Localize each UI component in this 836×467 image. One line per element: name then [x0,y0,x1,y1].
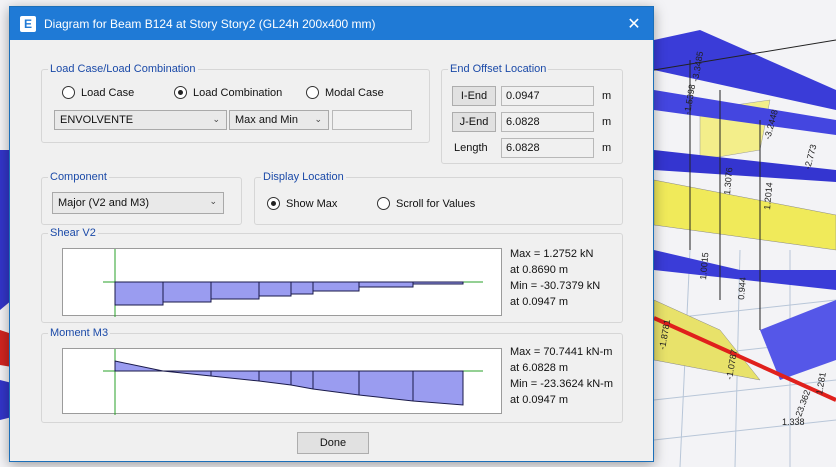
radio-modal-case[interactable]: Modal Case [306,86,384,99]
end-offset-group: End Offset Location I-End 0.0947 m J-End… [441,63,623,164]
load-case-legend: Load Case/Load Combination [48,63,198,75]
max-min-select[interactable]: Max and Min ⌄ [229,110,329,130]
i-end-unit: m [602,90,612,102]
length-label: Length [454,142,488,154]
end-offset-legend: End Offset Location [448,63,549,75]
load-case-group: Load Case/Load Combination Load Case Loa… [41,63,430,143]
radio-show-max-label: Show Max [286,197,338,210]
load-combination-select[interactable]: ENVOLVENTE ⌄ [54,110,227,130]
shear-max-at: at 0.8690 m [510,264,569,276]
i-end-value-field[interactable]: 0.0947 [501,86,594,106]
radio-show-max-circle [267,197,280,210]
radio-load-combination-circle [174,86,187,99]
radio-modal-case-circle [306,86,319,99]
radio-load-case[interactable]: Load Case [62,86,134,99]
i-end-button[interactable]: I-End [452,86,496,106]
shear-v2-legend: Shear V2 [48,227,98,239]
radio-load-case-circle [62,86,75,99]
j-end-value-field[interactable]: 6.0828 [501,112,594,132]
component-select[interactable]: Major (V2 and M3) ⌄ [52,192,224,214]
shear-max: Max = 1.2752 kN [510,248,594,260]
display-location-group: Display Location Show Max Scroll for Val… [254,171,623,225]
done-button[interactable]: Done [297,432,369,454]
moment-m3-group: Moment M3 Max = 70.7441 kN-m at 6.0828 m… [41,327,623,423]
moment-diagram-plot [62,348,502,415]
close-icon: ✕ [627,15,641,33]
component-group: Component Major (V2 and M3) ⌄ [41,171,242,225]
moment-negative-fill [114,360,164,372]
close-button[interactable]: ✕ [615,7,653,40]
etabs-app-icon: E [20,15,36,32]
bg-label-8: 0.944 [736,277,748,300]
radio-scroll-values-circle [377,197,390,210]
moment-min-at: at 0.0947 m [510,394,569,406]
load-combination-value: ENVOLVENTE [60,114,134,126]
shear-min-at: at 0.0947 m [510,296,569,308]
moment-max-at: at 6.0828 m [510,362,569,374]
moment-max: Max = 70.7441 kN-m [510,346,613,358]
moment-min: Min = -23.3624 kN-m [510,378,614,390]
length-unit: m [602,142,612,154]
radio-load-combination[interactable]: Load Combination [174,86,282,99]
extra-field[interactable] [332,110,412,130]
radio-scroll-values-label: Scroll for Values [396,197,476,210]
display-location-legend: Display Location [261,171,346,183]
component-legend: Component [48,171,109,183]
dialog-title: Diagram for Beam B124 at Story Story2 (G… [44,16,376,31]
title-bar[interactable]: E Diagram for Beam B124 at Story Story2 … [10,7,653,40]
shear-v2-group: Shear V2 Max = 1.2752 kN at 0.8690 m Min… [41,227,623,323]
radio-load-case-label: Load Case [81,86,135,99]
j-end-button[interactable]: J-End [452,112,496,132]
shear-diagram-svg [103,249,483,317]
bg-label-12: 1.338 [782,417,805,427]
shear-diagram-fill [114,281,464,306]
radio-modal-case-label: Modal Case [325,86,384,99]
beam-diagram-dialog: E Diagram for Beam B124 at Story Story2 … [9,6,654,462]
component-value: Major (V2 and M3) [58,197,150,209]
radio-load-combination-label: Load Combination [193,86,283,99]
chevron-down-icon: ⌄ [209,196,217,206]
moment-diagram-svg [103,349,483,415]
max-min-value: Max and Min [235,114,298,126]
shear-diagram-plot [62,248,502,317]
chevron-down-icon: ⌄ [314,114,322,124]
j-end-unit: m [602,116,612,128]
radio-show-max[interactable]: Show Max [267,197,337,210]
shear-min: Min = -30.7379 kN [510,280,601,292]
moment-m3-legend: Moment M3 [48,327,111,339]
moment-stats: Max = 70.7441 kN-m at 6.0828 m Min = -23… [510,344,613,408]
radio-scroll-values[interactable]: Scroll for Values [377,197,475,210]
length-value-field: 6.0828 [501,138,594,158]
chevron-down-icon: ⌄ [212,114,220,124]
shear-stats: Max = 1.2752 kN at 0.8690 m Min = -30.73… [510,246,600,310]
